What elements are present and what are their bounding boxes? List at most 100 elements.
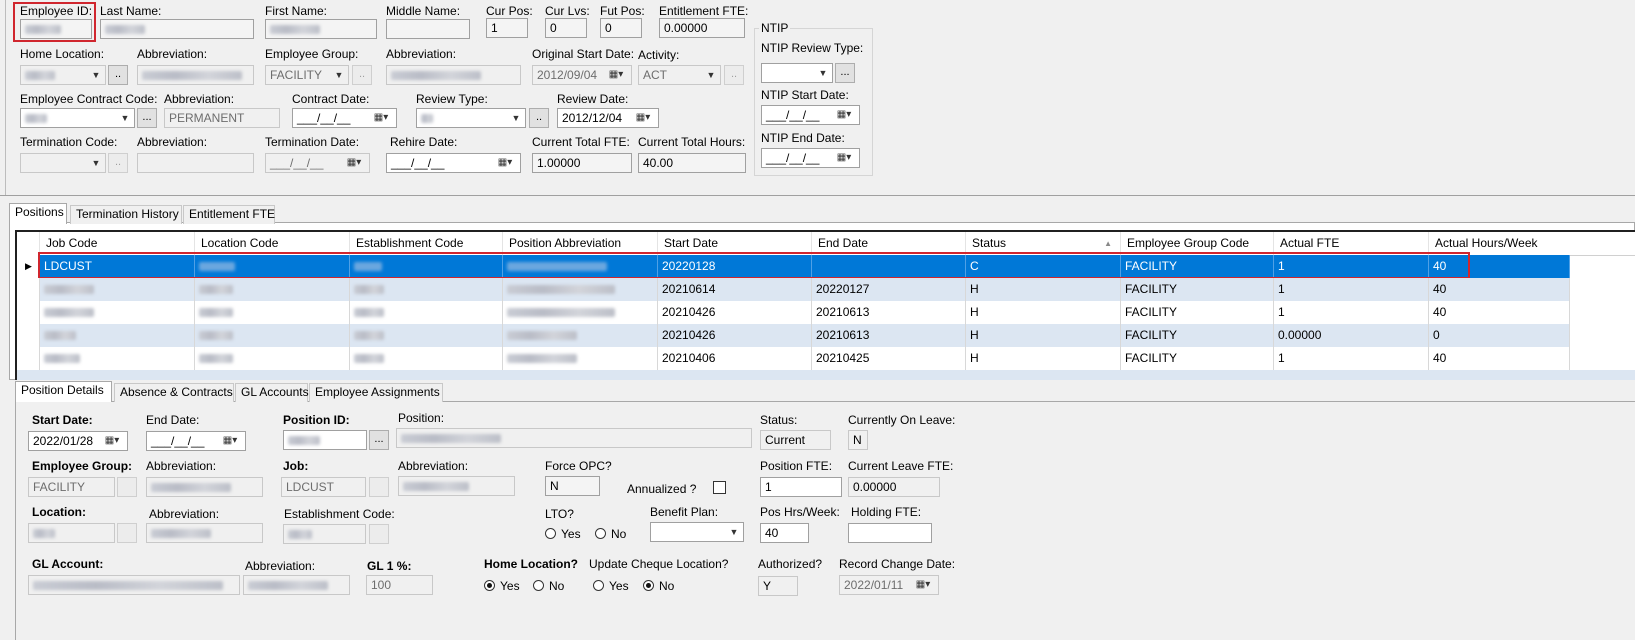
calendar-icon[interactable]: ▦▾ [831, 150, 857, 166]
start-date-cell[interactable]: 20210426 [658, 301, 812, 324]
actual-fte-cell[interactable]: 1 [1274, 278, 1429, 301]
actual-fte-cell[interactable]: 1 [1274, 347, 1429, 370]
tab-employee-assignments[interactable]: Employee Assignments [309, 383, 443, 402]
last-name-field[interactable] [100, 19, 254, 39]
current-total-fte-field[interactable]: 1.00000 [532, 153, 632, 173]
update-cheque-no-radio[interactable]: No [643, 579, 674, 593]
actual-hours-week-cell[interactable]: 0 [1429, 324, 1570, 347]
job-code-cell[interactable] [40, 301, 195, 324]
activity-select[interactable]: ACT ▼ [638, 65, 721, 85]
status-cell[interactable]: H [966, 278, 1121, 301]
end-date-cell[interactable]: 20210613 [812, 324, 966, 347]
tab-positions[interactable]: Positions [9, 203, 67, 224]
cur-lvs-field[interactable]: 0 [545, 18, 587, 38]
pos-hrs-week-field[interactable]: 40 [760, 523, 809, 543]
contract-code-lookup-button[interactable]: ... [137, 108, 157, 128]
calendar-icon[interactable]: ▦▾ [99, 433, 125, 449]
home-location-select[interactable]: ▼ [20, 65, 106, 85]
start-date-field[interactable]: 2022/01/28 ▦▾ [28, 431, 128, 451]
employee-group-code-cell[interactable]: FACILITY [1121, 347, 1274, 370]
end-date-field[interactable]: ___/__/__ ▦▾ [146, 431, 246, 451]
actual-hours-week-cell[interactable]: 40 [1429, 301, 1570, 324]
tab-gl-accounts[interactable]: GL Accounts [235, 383, 309, 402]
ntip-review-type-lookup-button[interactable]: ... [835, 63, 855, 83]
rehire-date-field[interactable]: ___/__/__ ▦▾ [386, 153, 521, 173]
tab-termination-history[interactable]: Termination History [70, 205, 182, 224]
establishment-code-cell[interactable] [350, 347, 503, 370]
actual-hours-week-cell[interactable]: 40 [1429, 347, 1570, 370]
tab-absence-contracts[interactable]: Absence & Contracts [114, 383, 234, 402]
home-location-lookup-button[interactable]: .. [108, 65, 128, 85]
employee-group-lookup-button[interactable]: .. [352, 65, 372, 85]
home-location-no-radio[interactable]: No [533, 579, 564, 593]
start-date-cell[interactable]: 20210426 [658, 324, 812, 347]
position-abbreviation-cell[interactable] [503, 278, 658, 301]
establishment-code-lookup-button[interactable] [369, 524, 389, 544]
location-code-cell[interactable] [195, 301, 350, 324]
termination-code-lookup-button[interactable]: .. [108, 153, 128, 173]
start-date-cell[interactable]: 20210406 [658, 347, 812, 370]
location-code-cell[interactable] [195, 278, 350, 301]
position-abbreviation-cell[interactable] [503, 324, 658, 347]
middle-name-field[interactable] [386, 19, 470, 39]
contract-date-field[interactable]: ___/__/__ ▦▾ [292, 108, 397, 128]
employee-contract-code-select[interactable]: ▼ [20, 108, 135, 128]
status-cell[interactable]: H [966, 324, 1121, 347]
job-lookup-button[interactable] [369, 477, 389, 497]
location-code-cell[interactable] [195, 324, 350, 347]
tab-entitlement-fte[interactable]: Entitlement FTE [183, 205, 275, 224]
table-row[interactable]: 20210426 20210613 H FACILITY 0.00000 0 [17, 324, 1570, 347]
employee-group-select[interactable]: FACILITY ▼ [265, 65, 349, 85]
tab-position-details[interactable]: Position Details [15, 381, 112, 402]
employee-group-code-cell[interactable]: FACILITY [1121, 301, 1274, 324]
benefit-plan-select[interactable]: ▼ [650, 522, 744, 542]
position-abbreviation-cell[interactable] [503, 347, 658, 370]
ntip-start-date-field[interactable]: ___/__/__ ▦▾ [761, 105, 860, 125]
position-id-field[interactable] [283, 430, 367, 450]
actual-hours-week-cell[interactable]: 40 [1429, 278, 1570, 301]
position-abbreviation-cell[interactable] [503, 301, 658, 324]
lto-yes-radio[interactable]: Yes [545, 527, 581, 541]
calendar-icon[interactable]: ▦▾ [630, 110, 656, 126]
establishment-code-field[interactable] [283, 524, 366, 544]
establishment-code-cell[interactable] [350, 278, 503, 301]
table-row[interactable]: 20210406 20210425 H FACILITY 1 40 [17, 347, 1570, 370]
calendar-icon[interactable]: ▦▾ [831, 107, 857, 123]
home-location-yes-radio[interactable]: Yes [484, 579, 520, 593]
annualized-checkbox[interactable] [713, 481, 726, 494]
employee-group-field[interactable]: FACILITY [28, 477, 115, 497]
end-date-cell[interactable]: 20220127 [812, 278, 966, 301]
termination-date-field[interactable]: ___/__/__ ▦▾ [265, 153, 370, 173]
actual-fte-cell[interactable]: 1 [1274, 301, 1429, 324]
end-date-cell[interactable]: 20210425 [812, 347, 966, 370]
entitlement-fte-field[interactable]: 0.00000 [659, 18, 745, 38]
gl-account-field[interactable] [28, 575, 240, 595]
employee-group-code-cell[interactable]: FACILITY [1121, 278, 1274, 301]
location-code-cell[interactable] [195, 347, 350, 370]
table-row[interactable]: 20210614 20220127 H FACILITY 1 40 [17, 278, 1570, 301]
establishment-code-cell[interactable] [350, 324, 503, 347]
original-start-date-field[interactable]: 2012/09/04 ▦▾ [532, 65, 632, 85]
current-total-hours-field[interactable]: 40.00 [638, 153, 746, 173]
review-date-field[interactable]: 2012/12/04 ▦▾ [557, 108, 659, 128]
establishment-code-cell[interactable] [350, 301, 503, 324]
job-code-cell[interactable] [40, 347, 195, 370]
review-type-lookup-button[interactable]: .. [529, 108, 549, 128]
ntip-review-type-select[interactable]: ▼ [761, 63, 833, 83]
status-cell[interactable]: H [966, 301, 1121, 324]
fut-pos-field[interactable]: 0 [600, 18, 642, 38]
status-cell[interactable]: H [966, 347, 1121, 370]
review-type-select[interactable]: ▼ [416, 108, 526, 128]
location-field[interactable] [28, 523, 115, 543]
position-fte-field[interactable]: 1 [760, 477, 842, 497]
actual-fte-cell[interactable]: 0.00000 [1274, 324, 1429, 347]
calendar-icon[interactable]: ▦▾ [217, 433, 243, 449]
lto-no-radio[interactable]: No [595, 527, 626, 541]
calendar-icon[interactable]: ▦▾ [492, 155, 518, 171]
cur-pos-field[interactable]: 1 [486, 18, 528, 38]
start-date-cell[interactable]: 20210614 [658, 278, 812, 301]
table-row[interactable]: 20210426 20210613 H FACILITY 1 40 [17, 301, 1570, 324]
calendar-icon[interactable]: ▦▾ [368, 110, 394, 126]
update-cheque-yes-radio[interactable]: Yes [593, 579, 629, 593]
first-name-field[interactable] [265, 19, 377, 39]
